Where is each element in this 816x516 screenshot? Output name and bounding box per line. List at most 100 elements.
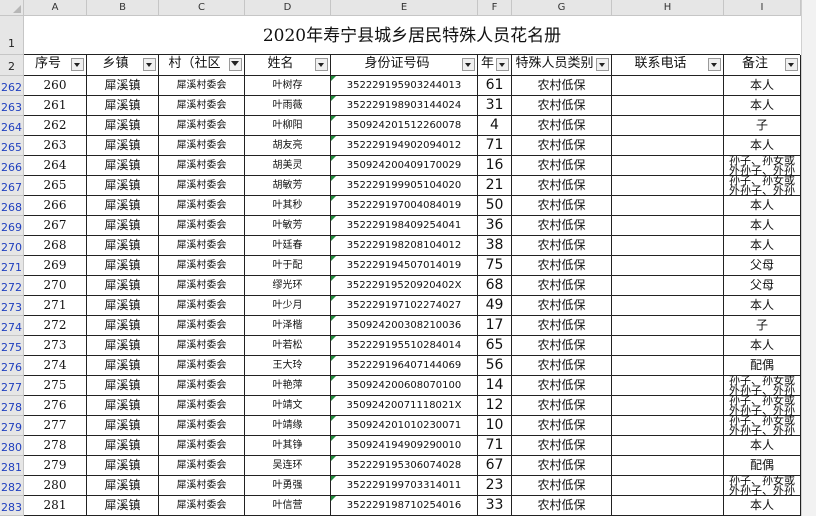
cell-category[interactable]: 农村低保 <box>512 496 612 516</box>
cell-note[interactable]: 孙子、孙女或外孙子、外孙 <box>724 156 801 176</box>
row-header[interactable]: 266 <box>0 156 24 176</box>
cell-town[interactable]: 犀溪镇 <box>87 496 159 516</box>
cell-category[interactable]: 农村低保 <box>512 456 612 476</box>
cell-village[interactable]: 犀溪村委会 <box>159 336 245 356</box>
cell-name[interactable]: 叶靖缘 <box>245 416 331 436</box>
cell-village[interactable]: 犀溪村委会 <box>159 276 245 296</box>
cell-town[interactable]: 犀溪镇 <box>87 356 159 376</box>
cell-seq[interactable]: 278 <box>24 436 87 456</box>
cell-town[interactable]: 犀溪镇 <box>87 116 159 136</box>
cell-village[interactable]: 犀溪村委会 <box>159 356 245 376</box>
cell-id-number[interactable]: 350924201512260078 <box>331 116 478 136</box>
cell-age[interactable]: 68 <box>478 276 512 296</box>
cell-id-number[interactable]: 350924194909290010 <box>331 436 478 456</box>
cell-name[interactable]: 叶柳阳 <box>245 116 331 136</box>
cell-id-number[interactable]: 352229195306074028 <box>331 456 478 476</box>
cell-name[interactable]: 叶其铮 <box>245 436 331 456</box>
cell-id-number[interactable]: 350924200409170029 <box>331 156 478 176</box>
cell-id-number[interactable]: 352229198409254041 <box>331 216 478 236</box>
cell-id-number[interactable]: 352229198208104012 <box>331 236 478 256</box>
cell-note[interactable]: 本人 <box>724 76 801 96</box>
cell-village[interactable]: 犀溪村委会 <box>159 176 245 196</box>
cell-village[interactable]: 犀溪村委会 <box>159 436 245 456</box>
cell-note[interactable]: 本人 <box>724 436 801 456</box>
row-header[interactable]: 275 <box>0 336 24 356</box>
row-header[interactable]: 277 <box>0 376 24 396</box>
cell-id-number[interactable]: 350924201010230071 <box>331 416 478 436</box>
cell-village[interactable]: 犀溪村委会 <box>159 416 245 436</box>
row-header[interactable]: 272 <box>0 276 24 296</box>
cell-village[interactable]: 犀溪村委会 <box>159 156 245 176</box>
cell-category[interactable]: 农村低保 <box>512 116 612 136</box>
row-header-1[interactable]: 1 <box>0 16 24 55</box>
cell-id-number[interactable]: 352229195903244013 <box>331 76 478 96</box>
cell-age[interactable]: 14 <box>478 376 512 396</box>
cell-age[interactable]: 12 <box>478 396 512 416</box>
cell-note[interactable]: 本人 <box>724 96 801 116</box>
row-header[interactable]: 268 <box>0 196 24 216</box>
cell-category[interactable]: 农村低保 <box>512 156 612 176</box>
row-header[interactable]: 273 <box>0 296 24 316</box>
cell-town[interactable]: 犀溪镇 <box>87 456 159 476</box>
cell-age[interactable]: 33 <box>478 496 512 516</box>
filter-dropdown-icon[interactable] <box>708 58 721 71</box>
column-header-g[interactable]: G <box>512 0 612 16</box>
cell-phone[interactable] <box>612 176 724 196</box>
cell-village[interactable]: 犀溪村委会 <box>159 96 245 116</box>
cell-note[interactable]: 本人 <box>724 296 801 316</box>
cell-note[interactable]: 孙子、孙女或外孙子、外孙 <box>724 416 801 436</box>
cell-seq[interactable]: 271 <box>24 296 87 316</box>
row-header[interactable]: 276 <box>0 356 24 376</box>
row-header[interactable]: 283 <box>0 496 24 516</box>
cell-phone[interactable] <box>612 436 724 456</box>
cell-phone[interactable] <box>612 256 724 276</box>
cell-seq[interactable]: 268 <box>24 236 87 256</box>
cell-town[interactable]: 犀溪镇 <box>87 96 159 116</box>
cell-seq[interactable]: 272 <box>24 316 87 336</box>
cell-town[interactable]: 犀溪镇 <box>87 76 159 96</box>
cell-village[interactable]: 犀溪村委会 <box>159 256 245 276</box>
cell-town[interactable]: 犀溪镇 <box>87 216 159 236</box>
cell-phone[interactable] <box>612 236 724 256</box>
cell-category[interactable]: 农村低保 <box>512 256 612 276</box>
column-header-e[interactable]: E <box>331 0 478 16</box>
cell-id-number[interactable]: 352229194507014019 <box>331 256 478 276</box>
filter-active-icon[interactable] <box>229 58 242 71</box>
row-header[interactable]: 280 <box>0 436 24 456</box>
column-header-a[interactable]: A <box>24 0 87 16</box>
column-header-i[interactable]: I <box>724 0 801 16</box>
cell-note[interactable]: 本人 <box>724 136 801 156</box>
cell-age[interactable]: 31 <box>478 96 512 116</box>
cell-category[interactable]: 农村低保 <box>512 136 612 156</box>
row-header[interactable]: 265 <box>0 136 24 156</box>
cell-town[interactable]: 犀溪镇 <box>87 316 159 336</box>
cell-age[interactable]: 61 <box>478 76 512 96</box>
cell-village[interactable]: 犀溪村委会 <box>159 316 245 336</box>
cell-id-number[interactable]: 352229199703314011 <box>331 476 478 496</box>
column-header-h[interactable]: H <box>612 0 724 16</box>
column-header-c[interactable]: C <box>159 0 245 16</box>
cell-seq[interactable]: 275 <box>24 376 87 396</box>
cell-seq[interactable]: 263 <box>24 136 87 156</box>
cell-age[interactable]: 75 <box>478 256 512 276</box>
cell-id-number[interactable]: 350924200308210036 <box>331 316 478 336</box>
cell-seq[interactable]: 266 <box>24 196 87 216</box>
cell-age[interactable]: 50 <box>478 196 512 216</box>
cell-village[interactable]: 犀溪村委会 <box>159 236 245 256</box>
cell-id-number[interactable]: 352229195510284014 <box>331 336 478 356</box>
cell-name[interactable]: 叶泽楷 <box>245 316 331 336</box>
cell-town[interactable]: 犀溪镇 <box>87 376 159 396</box>
cell-age[interactable]: 71 <box>478 136 512 156</box>
select-all-corner[interactable] <box>0 0 24 16</box>
cell-town[interactable]: 犀溪镇 <box>87 196 159 216</box>
cell-name[interactable]: 叶其秒 <box>245 196 331 216</box>
filter-dropdown-icon[interactable] <box>496 58 509 71</box>
cell-village[interactable]: 犀溪村委会 <box>159 396 245 416</box>
cell-id-number[interactable]: 35092420071118021X <box>331 396 478 416</box>
cell-name[interactable]: 叶信营 <box>245 496 331 516</box>
cell-seq[interactable]: 262 <box>24 116 87 136</box>
cell-seq[interactable]: 265 <box>24 176 87 196</box>
cell-village[interactable]: 犀溪村委会 <box>159 496 245 516</box>
cell-town[interactable]: 犀溪镇 <box>87 256 159 276</box>
cell-town[interactable]: 犀溪镇 <box>87 236 159 256</box>
